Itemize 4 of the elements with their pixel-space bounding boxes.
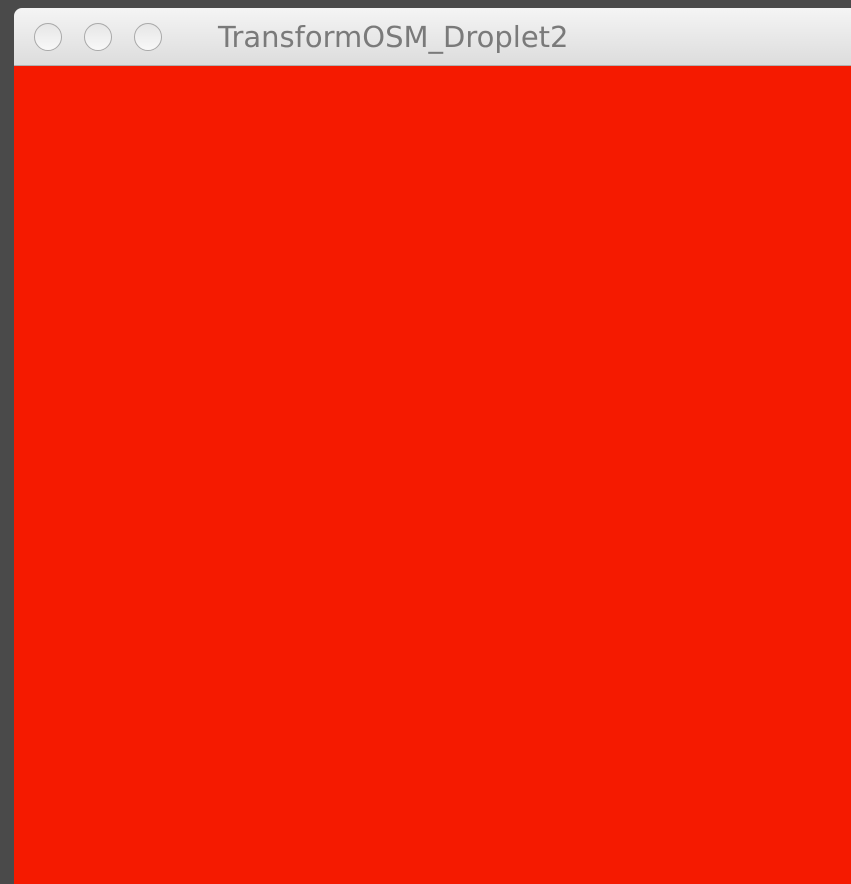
close-button[interactable]: [34, 22, 62, 50]
minimize-button[interactable]: [84, 22, 112, 50]
window-title: TransformOSM_Droplet2: [218, 20, 568, 54]
zoom-button[interactable]: [134, 22, 162, 50]
